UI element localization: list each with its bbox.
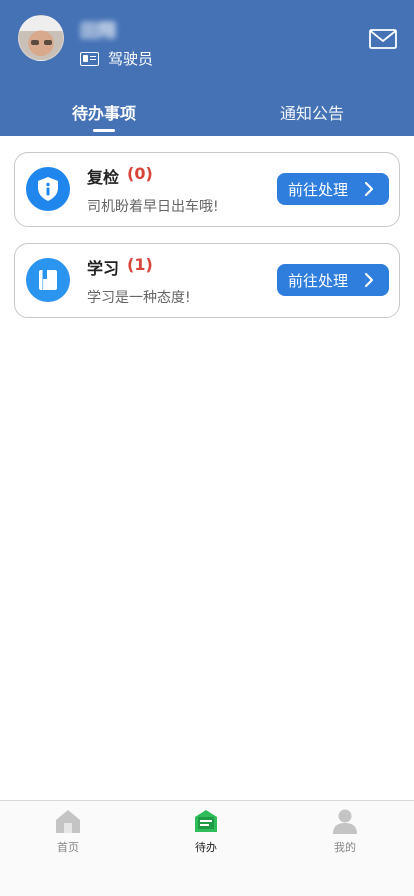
book-icon [26,258,70,302]
go-handle-button[interactable]: 前往处理 [277,173,389,205]
nav-label-home: 首页 [57,841,79,854]
tab-todo[interactable]: 待办事项 [54,100,154,130]
home-icon [56,810,80,833]
avatar[interactable] [18,15,64,61]
tab-bar: 待办事项 通知公告 [0,100,414,136]
shield-info-icon [26,167,70,211]
chevron-right-icon [364,181,374,197]
todo-icon [195,810,217,832]
profile-header: 田翔 驾驶员 待办事项 通知公告 [0,0,414,136]
task-title: 复检 [87,168,120,187]
mail-icon[interactable] [369,29,397,49]
task-description: 学习是一种态度! [87,290,191,306]
task-card-recheck[interactable]: 复检 (0) 司机盼着早日出车哦! 前往处理 [14,152,400,227]
nav-item-home[interactable]: 首页 [28,807,108,855]
role-label: 驾驶员 [108,50,154,68]
active-tab-indicator [93,129,115,132]
tab-notice[interactable]: 通知公告 [262,100,362,130]
app: 田翔 驾驶员 待办事项 通知公告 复检 (0) 司机盼着早日出车哦! 前往处理 [0,0,414,896]
task-title: 学习 [87,259,120,278]
bottom-nav: 首页 待办 我的 [0,800,414,896]
id-card-icon [80,51,99,66]
nav-label-todo: 待办 [195,841,217,854]
nav-label-mine: 我的 [334,841,356,854]
role-row: 驾驶员 [80,48,153,69]
user-icon [333,809,357,834]
task-card-study[interactable]: 学习 (1) 学习是一种态度! 前往处理 [14,243,400,318]
go-handle-button[interactable]: 前往处理 [277,264,389,296]
username: 田翔 [80,21,116,42]
task-description: 司机盼着早日出车哦! [87,199,219,215]
task-count: (1) [127,255,153,274]
chevron-right-icon [364,272,374,288]
nav-item-todo[interactable]: 待办 [166,807,246,855]
go-handle-label: 前往处理 [288,180,349,199]
go-handle-label: 前往处理 [288,271,349,290]
nav-item-mine[interactable]: 我的 [305,807,385,855]
task-count: (0) [127,164,153,183]
